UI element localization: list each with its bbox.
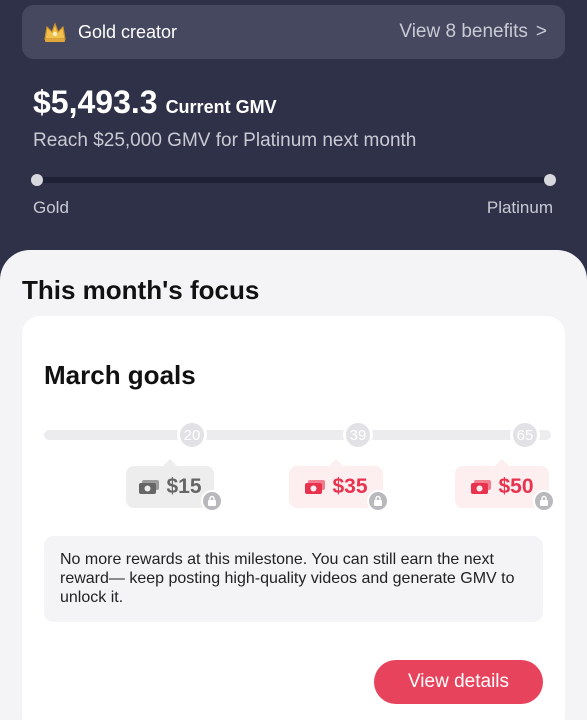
tier-progress-track xyxy=(33,177,555,183)
gmv-header: Gold creator View 8 benefits > $5,493.3 … xyxy=(0,0,587,270)
chevron-right-icon: > xyxy=(535,21,547,42)
reward-amount: $50 xyxy=(498,475,534,498)
gmv-value: $5,493.3 xyxy=(33,84,158,120)
view-benefits-label: View 8 benefits xyxy=(399,21,528,42)
cash-icon xyxy=(305,480,326,494)
focus-title: This month's focus xyxy=(22,275,260,305)
goals-title: March goals xyxy=(44,360,196,390)
lock-icon xyxy=(367,490,389,512)
gmv-caption: Current GMV xyxy=(165,97,277,117)
milestone-node: 39 xyxy=(343,420,373,450)
milestone-notice: No more rewards at this milestone. You c… xyxy=(44,536,543,622)
progress-start-label: Gold xyxy=(33,198,69,217)
lock-icon xyxy=(533,490,555,512)
crown-badge-icon xyxy=(44,22,66,42)
reward-amount: $35 xyxy=(332,475,368,498)
gmv-summary: $5,493.3 Current GMV xyxy=(33,84,277,121)
milestone-node: 20 xyxy=(177,420,207,450)
lock-icon xyxy=(201,490,223,512)
tier-label: Gold creator xyxy=(78,21,178,42)
milestone-node: 65 xyxy=(510,420,540,450)
progress-end-dot xyxy=(544,174,556,186)
focus-sheet: This month's focus March goals 20 39 65 … xyxy=(0,250,587,720)
reach-goal-text: Reach $25,000 GMV for Platinum next mont… xyxy=(33,130,417,151)
progress-end-label: Platinum xyxy=(486,198,553,217)
cash-icon xyxy=(471,480,492,494)
cash-icon xyxy=(139,480,160,494)
progress-start-dot xyxy=(31,174,43,186)
tier-banner[interactable]: Gold creator View 8 benefits > xyxy=(22,5,565,59)
goals-card: March goals 20 39 65 $15 $35 $50 No more… xyxy=(22,316,565,720)
view-details-button[interactable]: View details xyxy=(374,660,543,704)
milestone-track xyxy=(44,430,551,440)
view-benefits-link[interactable]: View 8 benefits > xyxy=(399,21,547,43)
reward-amount: $15 xyxy=(166,475,202,498)
